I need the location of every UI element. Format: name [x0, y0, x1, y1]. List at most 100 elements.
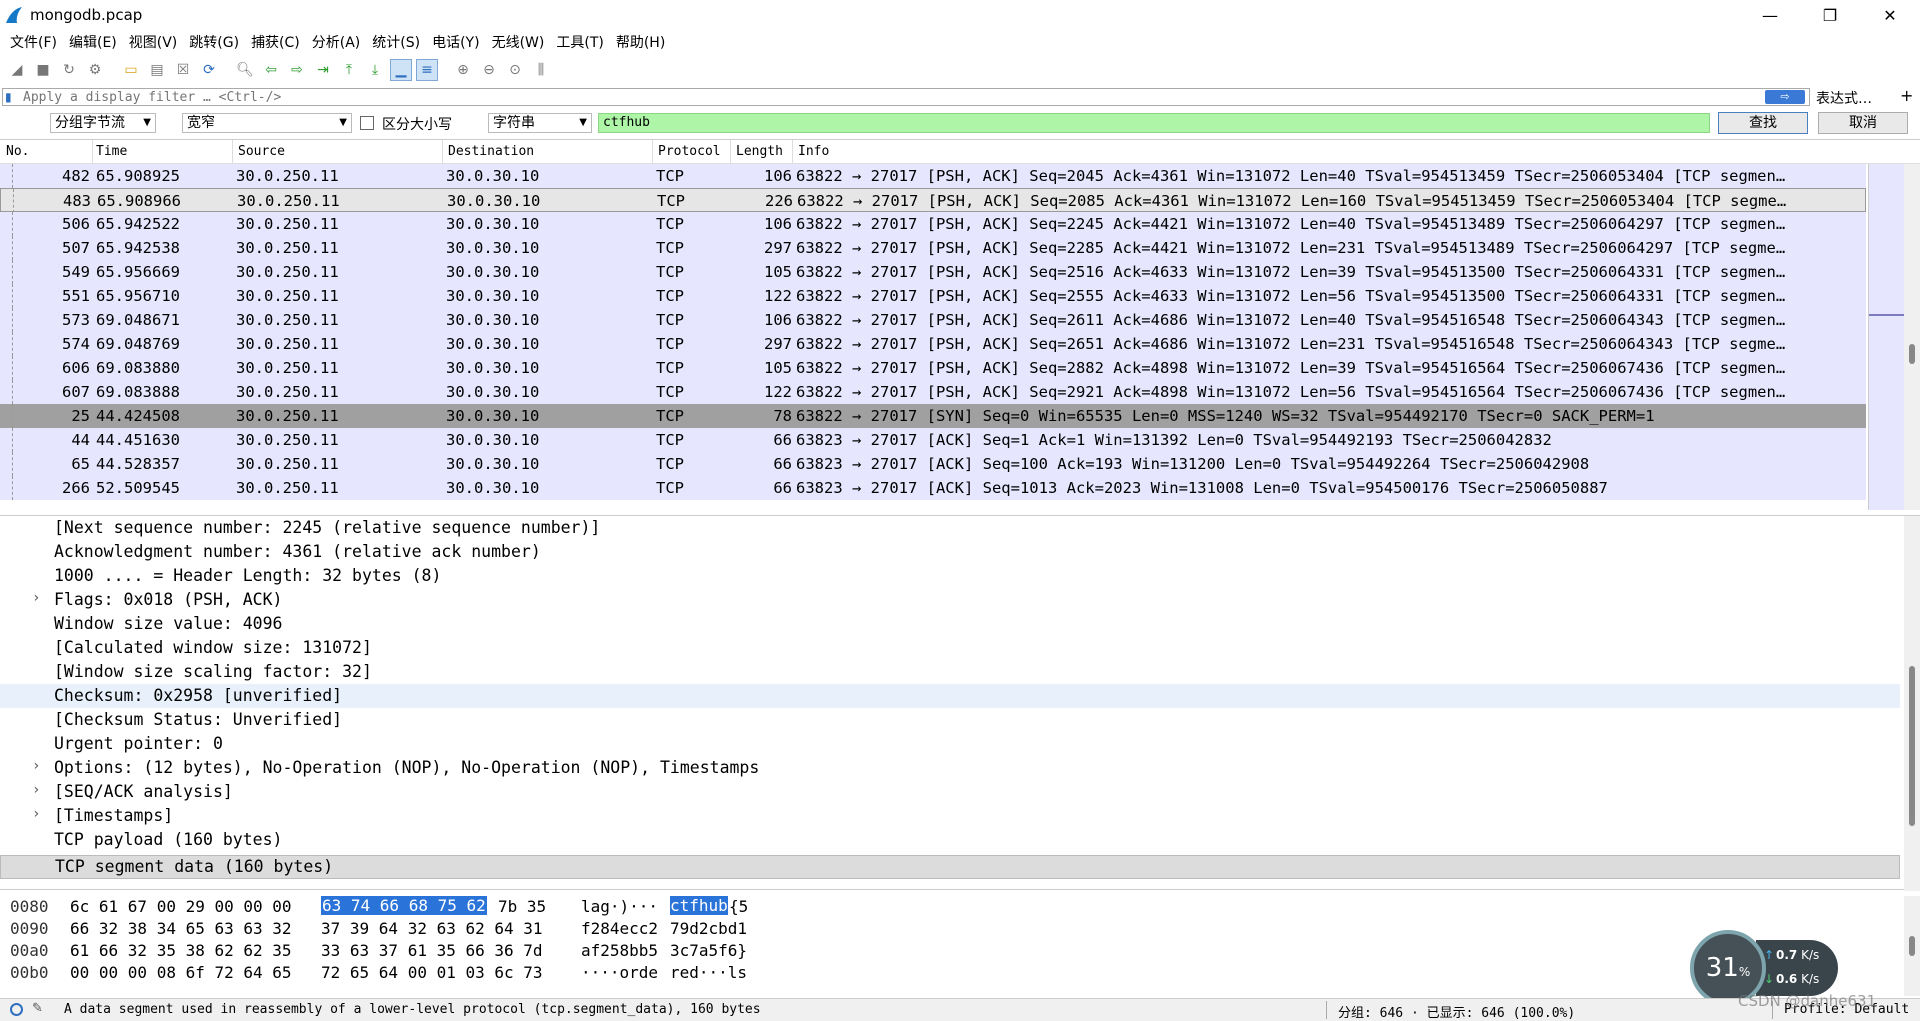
- detail-row[interactable]: TCP segment data (160 bytes): [0, 855, 1900, 879]
- column-protocol[interactable]: Protocol: [658, 144, 721, 159]
- search-in-select[interactable]: 分组字节流 ▼: [50, 113, 156, 133]
- edit-comment-icon[interactable]: ✎: [32, 1001, 43, 1016]
- table-row[interactable]: 507 65.942538 30.0.250.11 30.0.30.10 TCP 297 6…: [0, 236, 1866, 260]
- bytes-row[interactable]: 00a0 61 66 32 35 38 62 62 35 33 63 37 61 3…: [0, 940, 1920, 962]
- detail-row[interactable]: › [Timestamps]: [0, 804, 1900, 828]
- detail-row[interactable]: Urgent pointer: 0: [0, 732, 1900, 756]
- chevron-right-icon[interactable]: ›: [32, 806, 40, 822]
- table-row[interactable]: 551 65.956710 30.0.250.11 30.0.30.10 TCP 122 6…: [0, 284, 1866, 308]
- packet-minimap[interactable]: [1868, 164, 1905, 510]
- bytes-scrollbar[interactable]: [1904, 896, 1920, 996]
- find-button[interactable]: 查找: [1718, 112, 1808, 134]
- packet-list-scrollbar[interactable]: [1904, 164, 1920, 510]
- cancel-button[interactable]: 取消: [1818, 112, 1908, 134]
- detail-row[interactable]: › [SEQ/ACK analysis]: [0, 780, 1900, 804]
- table-row[interactable]: 574 69.048769 30.0.250.11 30.0.30.10 TCP 297 6…: [0, 332, 1866, 356]
- filter-bookmark-icon[interactable]: ▮: [5, 90, 19, 104]
- find-query-input[interactable]: ctfhub: [598, 113, 1710, 133]
- menu-statistics[interactable]: 统计(S): [366, 32, 426, 52]
- detail-row[interactable]: [Checksum Status: Unverified]: [0, 708, 1900, 732]
- table-row[interactable]: 506 65.942522 30.0.250.11 30.0.30.10 TCP 106 6…: [0, 212, 1866, 236]
- close-file-icon[interactable]: ☒: [172, 59, 194, 81]
- menu-wireless[interactable]: 无线(W): [486, 32, 551, 52]
- reload-file-icon[interactable]: ⟳: [198, 59, 220, 81]
- go-last-packet-icon[interactable]: ⤓: [364, 59, 386, 81]
- bytes-row[interactable]: 0080 6c 61 67 00 29 00 00 00 63 74 66 68 7…: [0, 896, 1920, 918]
- capture-options-icon[interactable]: ⚙: [84, 59, 106, 81]
- menu-help[interactable]: 帮助(H): [610, 32, 671, 52]
- detail-row[interactable]: Window size value: 4096: [0, 612, 1900, 636]
- apply-filter-arrow-icon[interactable]: ⇨: [1765, 90, 1805, 104]
- menu-edit[interactable]: 编辑(E): [63, 32, 123, 52]
- column-source[interactable]: Source: [238, 144, 285, 159]
- menu-file[interactable]: 文件(F): [4, 32, 63, 52]
- find-packet-icon[interactable]: 🔍︎: [234, 59, 256, 81]
- detail-row[interactable]: Checksum: 0x2958 [unverified]: [0, 684, 1900, 708]
- minimize-button[interactable]: —: [1740, 0, 1800, 30]
- table-row[interactable]: 483 65.908966 30.0.250.11 30.0.30.10 TCP 226 6…: [0, 188, 1866, 212]
- column-divider[interactable]: [792, 140, 793, 164]
- column-divider[interactable]: [92, 140, 93, 164]
- column-no[interactable]: No.: [6, 144, 29, 159]
- menu-view[interactable]: 视图(V): [123, 32, 184, 52]
- add-filter-button[interactable]: +: [1900, 86, 1913, 105]
- detail-row[interactable]: TCP payload (160 bytes): [0, 828, 1900, 852]
- table-row[interactable]: 606 69.083880 30.0.250.11 30.0.30.10 TCP 105 6…: [0, 356, 1866, 380]
- detail-row[interactable]: [Calculated window size: 131072]: [0, 636, 1900, 660]
- table-row[interactable]: 607 69.083888 30.0.250.11 30.0.30.10 TCP 122 6…: [0, 380, 1866, 404]
- chevron-right-icon[interactable]: ›: [32, 590, 40, 606]
- display-filter-input[interactable]: [23, 89, 1723, 105]
- column-divider[interactable]: [652, 140, 653, 164]
- table-row[interactable]: 266 52.509545 30.0.250.11 30.0.30.10 TCP 66 63…: [0, 476, 1866, 500]
- restore-button[interactable]: ❐: [1800, 0, 1860, 30]
- table-row[interactable]: 65 44.528357 30.0.250.11 30.0.30.10 TCP 66 638…: [0, 452, 1866, 476]
- column-destination[interactable]: Destination: [448, 144, 534, 159]
- detail-row[interactable]: Acknowledgment number: 4361 (relative ac…: [0, 540, 1900, 564]
- start-capture-icon[interactable]: ◢: [6, 59, 28, 81]
- menu-telephony[interactable]: 电话(Y): [426, 32, 485, 52]
- search-type-select[interactable]: 字符串 ▼: [488, 113, 592, 133]
- detail-row[interactable]: › Flags: 0x018 (PSH, ACK): [0, 588, 1900, 612]
- zoom-normal-icon[interactable]: ⊙: [504, 59, 526, 81]
- save-file-icon[interactable]: ▤: [146, 59, 168, 81]
- column-time[interactable]: Time: [96, 144, 127, 159]
- table-row[interactable]: 44 44.451630 30.0.250.11 30.0.30.10 TCP 66 638…: [0, 428, 1866, 452]
- go-back-icon[interactable]: ⇦: [260, 59, 282, 81]
- menu-analyze[interactable]: 分析(A): [306, 32, 367, 52]
- menu-go[interactable]: 跳转(G): [183, 32, 245, 52]
- go-forward-icon[interactable]: ⇨: [286, 59, 308, 81]
- chevron-right-icon[interactable]: ›: [32, 758, 40, 774]
- char-width-select[interactable]: 宽窄 ▼: [182, 113, 352, 133]
- scrollbar-thumb[interactable]: [1909, 666, 1915, 826]
- zoom-out-icon[interactable]: ⊖: [478, 59, 500, 81]
- table-row[interactable]: 25 44.424508 30.0.250.11 30.0.30.10 TCP 78 638…: [0, 404, 1866, 428]
- details-scrollbar[interactable]: [1904, 516, 1920, 891]
- table-row[interactable]: 573 69.048671 30.0.250.11 30.0.30.10 TCP 106 6…: [0, 308, 1866, 332]
- go-first-packet-icon[interactable]: ⤒: [338, 59, 360, 81]
- stop-capture-icon[interactable]: ■: [32, 59, 54, 81]
- scrollbar-thumb[interactable]: [1909, 344, 1915, 364]
- column-length[interactable]: Length: [736, 144, 783, 159]
- detail-row[interactable]: 1000 .... = Header Length: 32 bytes (8): [0, 564, 1900, 588]
- restart-capture-icon[interactable]: ↻: [58, 59, 80, 81]
- expression-button[interactable]: 表达式…: [1816, 88, 1872, 108]
- column-divider[interactable]: [442, 140, 443, 164]
- detail-row[interactable]: [Window size scaling factor: 32]: [0, 660, 1900, 684]
- table-row[interactable]: 549 65.956669 30.0.250.11 30.0.30.10 TCP 105 6…: [0, 260, 1866, 284]
- menu-capture[interactable]: 捕获(C): [245, 32, 306, 52]
- table-row[interactable]: 482 65.908925 30.0.250.11 30.0.30.10 TCP 106 6…: [0, 164, 1866, 188]
- menu-tools[interactable]: 工具(T): [550, 32, 609, 52]
- chevron-right-icon[interactable]: ›: [32, 782, 40, 798]
- case-sensitive-checkbox[interactable]: [360, 116, 374, 130]
- detail-row[interactable]: [Next sequence number: 2245 (relative se…: [0, 516, 1900, 540]
- zoom-in-icon[interactable]: ⊕: [452, 59, 474, 81]
- resize-columns-icon[interactable]: ⫼: [530, 59, 552, 81]
- expert-info-icon[interactable]: [10, 1003, 23, 1016]
- column-divider[interactable]: [232, 140, 233, 164]
- column-info[interactable]: Info: [798, 144, 829, 159]
- close-button[interactable]: ✕: [1860, 0, 1920, 30]
- open-file-icon[interactable]: ▭: [120, 59, 142, 81]
- go-to-packet-icon[interactable]: ⇥: [312, 59, 334, 81]
- detail-row[interactable]: › Options: (12 bytes), No-Operation (NOP)…: [0, 756, 1900, 780]
- bytes-row[interactable]: 00b0 00 00 00 08 6f 72 64 65 72 65 64 00 0…: [0, 962, 1920, 984]
